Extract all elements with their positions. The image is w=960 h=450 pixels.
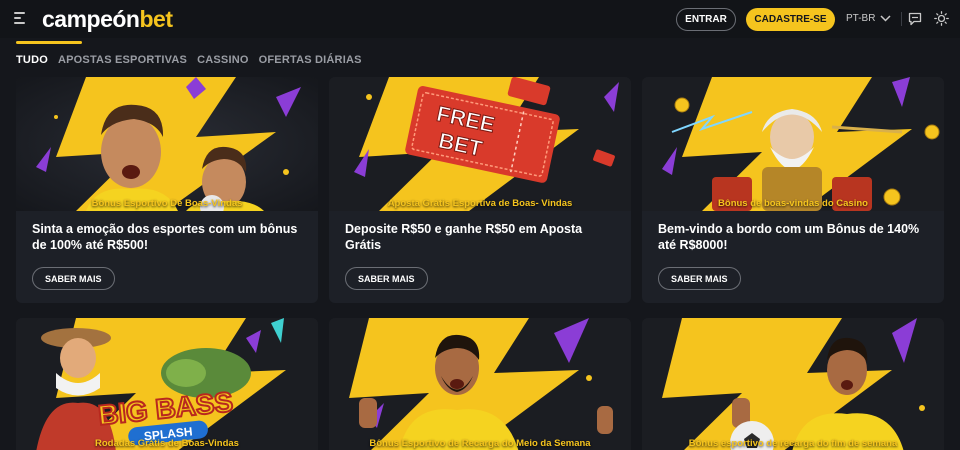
- promo-category: Aposta Grátis Esportiva de Boas- Vindas: [387, 198, 573, 209]
- promo-image-big-bass: BIG BASS SPLASH: [16, 318, 318, 450]
- promo-title: Bem-vindo a bordo com um Bônus de 140% a…: [658, 222, 920, 252]
- promo-title: Deposite R$50 e ganhe R$50 em Aposta Grá…: [345, 222, 583, 252]
- promo-card[interactable]: Bônus Esportivo De Boas-Vindas Sinta a e…: [16, 77, 318, 303]
- brand-logo[interactable]: campeónbet: [42, 6, 173, 33]
- promo-filter-tabs: TUDO APOSTAS ESPORTIVAS CASSINO OFERTAS …: [16, 54, 362, 66]
- tab-sports-bets[interactable]: APOSTAS ESPORTIVAS: [58, 54, 187, 66]
- promo-category: Bônus de boas-vindas do Casino: [718, 198, 868, 209]
- learn-more-button[interactable]: SABER MAIS: [658, 267, 741, 290]
- promo-image-free-bet: FREE BET: [329, 77, 631, 211]
- learn-more-button[interactable]: SABER MAIS: [32, 267, 115, 290]
- promo-card[interactable]: Bônus esportivo de recarga do fim de sem…: [642, 318, 944, 450]
- active-tab-indicator: [16, 41, 82, 44]
- promo-image-soccer-player: [329, 318, 631, 450]
- language-label: PT-BR: [846, 13, 876, 24]
- promo-image-soccer-ball: [642, 318, 944, 450]
- promo-category: Rodadas Grátis de Boas-Vindas: [95, 438, 239, 449]
- promo-category: Bônus Esportivo De Boas-Vindas: [91, 198, 243, 209]
- signup-button[interactable]: CADASTRE-SE: [746, 8, 835, 31]
- logo-text-accent: bet: [139, 6, 173, 32]
- promo-card[interactable]: Bônus Esportivo de Recarga do Meio da Se…: [329, 318, 631, 450]
- tab-casino[interactable]: CASSINO: [197, 54, 249, 66]
- promo-title: Sinta a emoção dos esportes com um bônus…: [32, 222, 298, 252]
- promo-card[interactable]: FREE BET Aposta Grátis Esportiva de Boas…: [329, 77, 631, 303]
- chevron-down-icon: [880, 15, 891, 22]
- theme-toggle-icon[interactable]: [934, 11, 949, 26]
- language-selector[interactable]: PT-BR: [846, 13, 891, 24]
- hamburger-menu-icon[interactable]: [14, 12, 28, 24]
- logo-text-main: campeón: [42, 6, 140, 32]
- promo-card[interactable]: Bônus de boas-vindas do Casino Bem-vindo…: [642, 77, 944, 303]
- promo-category: Bônus Esportivo de Recarga do Meio da Se…: [369, 438, 591, 449]
- learn-more-button[interactable]: SABER MAIS: [345, 267, 428, 290]
- promo-image-soccer: [16, 77, 318, 211]
- tab-daily-offers[interactable]: OFERTAS DIÁRIAS: [259, 54, 362, 66]
- tab-all[interactable]: TUDO: [16, 54, 48, 66]
- promo-category: Bônus esportivo de recarga do fim de sem…: [688, 438, 898, 449]
- top-header: campeónbet ENTRAR CADASTRE-SE PT-BR: [0, 0, 960, 38]
- login-button[interactable]: ENTRAR: [676, 8, 736, 31]
- promo-card[interactable]: BIG BASS SPLASH Rodadas Grátis de Boas-V…: [16, 318, 318, 450]
- header-divider: [901, 12, 902, 26]
- chat-icon[interactable]: [908, 12, 922, 26]
- promo-image-casino: [642, 77, 944, 211]
